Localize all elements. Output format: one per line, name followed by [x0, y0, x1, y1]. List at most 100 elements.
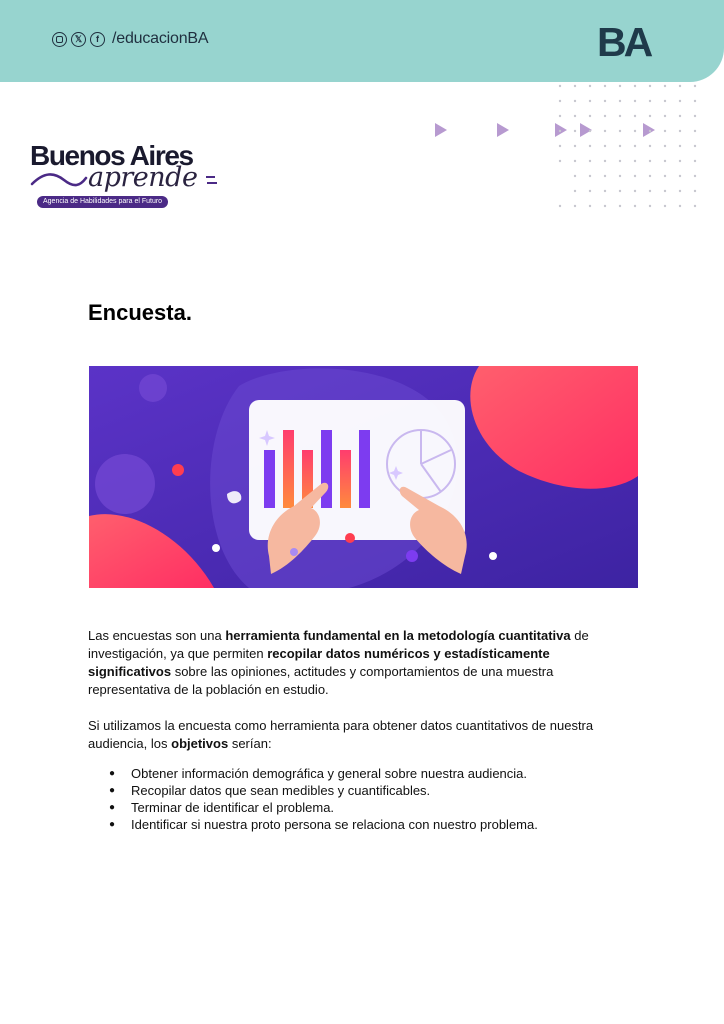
instagram-icon[interactable]	[52, 31, 67, 47]
grid-dot	[558, 159, 562, 163]
grid-dot	[678, 129, 682, 133]
grid-dot	[558, 84, 562, 88]
grid-dot	[573, 174, 577, 178]
grid-dot	[648, 159, 652, 163]
grid-dot	[603, 129, 607, 133]
bg-circle	[139, 374, 167, 402]
grid-dot	[618, 159, 622, 163]
grid-dot	[573, 204, 577, 208]
grid-dot	[693, 144, 697, 148]
grid-dot	[633, 204, 637, 208]
grid-dot	[678, 99, 682, 103]
grid-dot	[633, 144, 637, 148]
list-item: Terminar de identificar el problema.	[88, 799, 628, 816]
grid-dot	[648, 114, 652, 118]
grid-dot	[678, 144, 682, 148]
accent-dot	[172, 464, 184, 476]
grid-dot	[633, 189, 637, 193]
grid-dot	[603, 159, 607, 163]
grid-dot	[663, 129, 667, 133]
grid-dot	[603, 99, 607, 103]
bar	[264, 450, 275, 508]
survey-illustration	[89, 366, 638, 588]
grid-dot	[603, 174, 607, 178]
accent-dot	[290, 548, 298, 556]
grid-dot	[663, 189, 667, 193]
social-bar: 𝕏 f /educacionBA	[52, 30, 209, 48]
body-text: Las encuestas son una herramienta fundam…	[88, 627, 628, 833]
accent-dot	[212, 544, 220, 552]
grid-dot	[558, 99, 562, 103]
grid-dot	[558, 204, 562, 208]
brand-logo: Buenos Aires aprende Agencia de Habilida…	[30, 140, 230, 212]
play-arrow-icon	[435, 123, 447, 137]
grid-dot	[693, 114, 697, 118]
paragraph-objectives: Si utilizamos la encuesta como herramien…	[88, 718, 594, 751]
bar	[321, 430, 332, 508]
grid-dot	[693, 189, 697, 193]
grid-dot	[588, 204, 592, 208]
brand-tagline: Agencia de Habilidades para el Futuro	[37, 196, 169, 208]
grid-dot	[648, 129, 652, 133]
grid-dot	[558, 144, 562, 148]
grid-dot	[663, 144, 667, 148]
grid-dot	[573, 189, 577, 193]
grid-dot	[603, 189, 607, 193]
grid-dot	[588, 159, 592, 163]
ba-logo: BA	[597, 24, 656, 60]
grid-dot	[633, 84, 637, 88]
grid-dot	[588, 99, 592, 103]
grid-dot	[633, 174, 637, 178]
grid-dot	[618, 174, 622, 178]
grid-dot	[618, 99, 622, 103]
grid-dot	[573, 84, 577, 88]
grid-dot	[648, 84, 652, 88]
grid-dot	[558, 114, 562, 118]
grid-dot	[588, 114, 592, 118]
grid-dot	[633, 114, 637, 118]
grid-dot	[588, 174, 592, 178]
grid-dot	[618, 129, 622, 133]
accent-dot	[406, 550, 418, 562]
accent-dot	[489, 552, 497, 560]
list-item: Obtener información demográfica y genera…	[88, 765, 628, 782]
grid-dot	[603, 84, 607, 88]
grid-dot	[648, 174, 652, 178]
bar	[283, 430, 294, 508]
grid-dot	[573, 114, 577, 118]
decorative-arrows-dots	[435, 84, 697, 208]
bg-circle	[95, 454, 155, 514]
grid-dot	[678, 174, 682, 178]
grid-dot	[588, 84, 592, 88]
grid-dot	[573, 144, 577, 148]
grid-dot	[663, 174, 667, 178]
grid-dot	[693, 99, 697, 103]
grid-dot	[648, 144, 652, 148]
grid-dot	[573, 129, 577, 133]
grid-dot	[603, 204, 607, 208]
brand-script-text: aprende	[88, 162, 198, 193]
grid-dot	[573, 99, 577, 103]
grid-dot	[663, 204, 667, 208]
grid-dot	[678, 159, 682, 163]
play-arrow-icon	[497, 123, 509, 137]
grid-dot	[618, 84, 622, 88]
grid-dot	[648, 99, 652, 103]
grid-dot	[618, 114, 622, 118]
grid-dot	[663, 114, 667, 118]
grid-dot	[663, 99, 667, 103]
grid-dot	[618, 204, 622, 208]
bar	[340, 450, 351, 508]
play-arrow-icon	[643, 123, 655, 137]
grid-dot	[633, 99, 637, 103]
grid-dot	[663, 159, 667, 163]
bar	[359, 430, 370, 508]
facebook-icon[interactable]: f	[90, 31, 105, 47]
social-handle[interactable]: /educacionBA	[112, 30, 209, 48]
grid-dot	[588, 129, 592, 133]
grid-dot	[678, 189, 682, 193]
x-icon[interactable]: 𝕏	[71, 31, 86, 47]
list-item: Identificar si nuestra proto persona se …	[88, 816, 628, 833]
grid-dot	[648, 189, 652, 193]
grid-dot	[603, 114, 607, 118]
